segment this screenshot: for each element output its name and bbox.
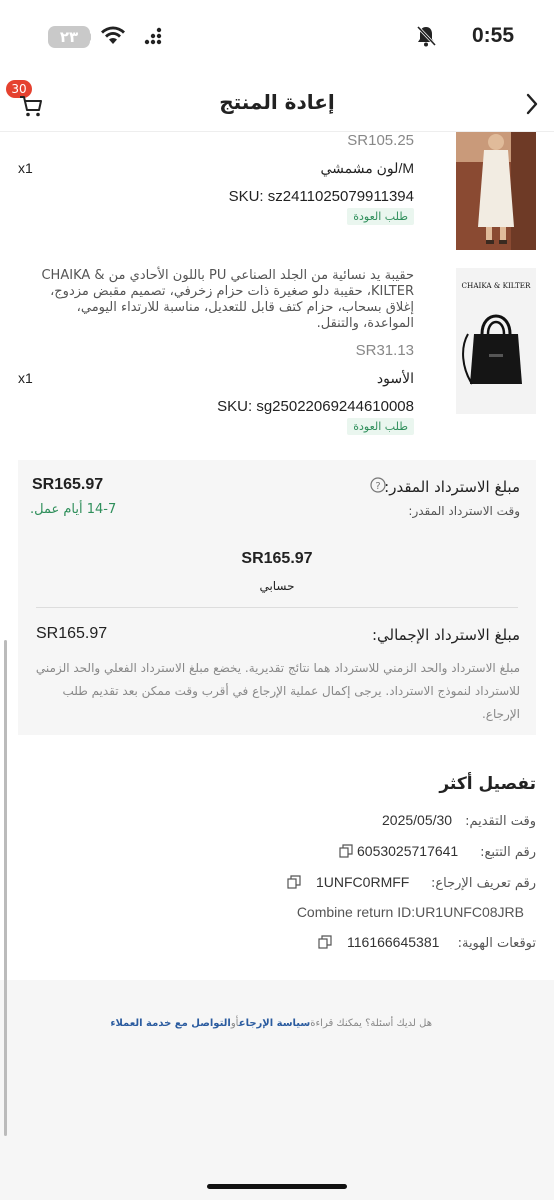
copy-icon[interactable]: [339, 844, 353, 858]
product-description: حقيبة يد نسائية من الجلد الصناعي PU بالل…: [41, 268, 414, 331]
product-image-handbag[interactable]: CHAIKA & KILTER: [456, 268, 536, 414]
scrollbar[interactable]: [4, 640, 7, 1136]
home-indicator[interactable]: [207, 1184, 347, 1189]
product-price: SR105.25: [347, 132, 414, 149]
combine-return-id: Combine return ID:UR1UNFC08JRB: [296, 904, 524, 920]
product-image-dress[interactable]: [456, 132, 536, 250]
page-title: إعادة المنتج: [219, 90, 335, 114]
footer: هل لديك أسئلة؟ يمكنك قراءةسياسة الإرجاعأ…: [0, 980, 554, 1200]
battery-tip: [88, 33, 91, 41]
contact-support-link[interactable]: التواصل مع خدمة العملاء: [110, 1018, 231, 1029]
svg-text:?: ?: [375, 481, 380, 492]
copy-icon[interactable]: [287, 875, 301, 889]
status-bar: ٢٣ 0:55: [0, 0, 554, 70]
product-sku: SKU: sg25022069244610008: [217, 398, 414, 415]
product-price: SR31.13: [355, 342, 414, 359]
submit-time-value: 2025/05/30: [382, 812, 453, 828]
product-variant: الأسود: [376, 370, 414, 386]
brand-logo: CHAIKA & KILTER: [462, 281, 531, 290]
return-policy-link[interactable]: سياسة الإرجاع: [239, 1018, 310, 1029]
clock: 0:55: [471, 24, 514, 47]
wifi-icon: [101, 26, 125, 44]
copy-icon[interactable]: [318, 935, 332, 949]
product-sku: SKU: sz2411025079911394: [228, 188, 414, 205]
refund-total-label: مبلغ الاسترداد الإجمالي:: [371, 626, 520, 644]
return-request-tag[interactable]: طلب العودة: [347, 208, 414, 225]
return-id-value: 1UNFC0RMFF: [316, 874, 410, 890]
help-circle-icon[interactable]: ?: [370, 477, 386, 493]
details-title: تفصيل أكثر: [439, 774, 536, 794]
divider: [36, 607, 518, 608]
refund-method-name: حسابي: [259, 579, 295, 593]
product-quantity: x1: [18, 160, 33, 176]
identity-label: توقعات الهوية:: [457, 936, 536, 951]
tracking-number-value: 6053025717641: [357, 843, 459, 859]
product-variant: لون مشمشي/M: [320, 160, 414, 176]
tracking-number-label: رقم التتبع:: [480, 845, 536, 860]
battery-level: ٢٣: [59, 28, 79, 46]
help-text: هل لديك أسئلة؟ يمكنك قراءةسياسة الإرجاعأ…: [110, 1018, 432, 1029]
signal-icon: [144, 27, 162, 45]
refund-summary: مبلغ الاسترداد المقدر: ? SR165.97 وقت ال…: [18, 460, 536, 735]
navigation-bar: إعادة المنتج: [0, 78, 554, 132]
product-quantity: x1: [18, 370, 33, 386]
back-chevron-icon[interactable]: [524, 92, 540, 116]
refund-time-value: 14-7 أيام عمل.: [30, 502, 117, 517]
refund-method-amount: SR165.97: [241, 550, 313, 567]
refund-amount-value: SR165.97: [32, 476, 104, 493]
refund-note: مبلغ الاسترداد والحد الزمني للاسترداد هم…: [35, 661, 520, 721]
battery-indicator: ٢٣: [48, 26, 91, 48]
refund-amount-label: مبلغ الاسترداد المقدر:: [384, 478, 520, 496]
refund-total-value: SR165.97: [36, 625, 108, 642]
submit-time-label: وقت التقديم:: [465, 814, 536, 829]
muted-bell-icon: [416, 25, 436, 47]
identity-value: 116166645381: [347, 934, 440, 950]
refund-time-label: وقت الاسترداد المقدر:: [408, 504, 520, 518]
return-id-label: رقم تعريف الإرجاع:: [431, 876, 536, 891]
return-request-tag[interactable]: طلب العودة: [347, 418, 414, 435]
